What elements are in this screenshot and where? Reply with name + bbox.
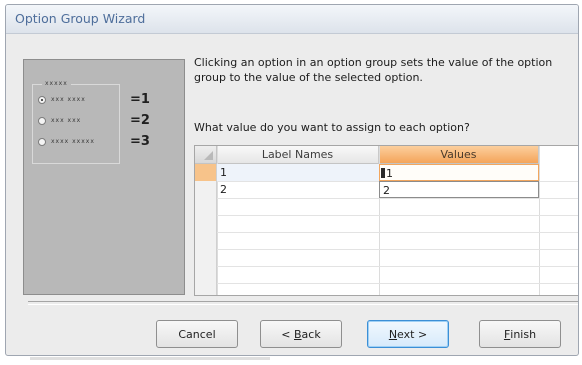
option-group-wizard-dialog: Option Group Wizard xxxxx xxx xxxx xxx x… [5,4,579,356]
option-preview-label: xxx xxxx [51,96,86,103]
value-cell[interactable]: 2 [379,181,539,198]
column-header-label-names[interactable]: Label Names [217,146,379,164]
text-cursor [381,168,385,178]
option-preview-label: xxx xxx [51,117,82,124]
finish-button-rest: inish [510,327,537,341]
back-button[interactable]: < Back [260,320,342,348]
next-button-mnemonic: N [388,327,398,341]
finish-button[interactable]: Finish [479,320,561,348]
column-header-values[interactable]: Values [379,146,539,164]
row-selector[interactable] [195,266,217,283]
back-button-rest: ack [301,327,321,341]
option-group-frame: xxxxx xxx xxxx xxx xxx xxxx xxxxx [32,79,120,164]
label-name-cell[interactable]: 2 [217,181,379,198]
radio-empty-icon [38,138,46,146]
option-value-2: =2 [130,113,150,128]
radio-checked-icon [38,96,46,104]
radio-empty-icon [38,117,46,125]
label-name-cell[interactable]: 1 [217,164,379,181]
option-values-grid[interactable]: Label Names Values 1 1 2 2 [194,145,578,296]
option-value-3: =3 [130,134,150,149]
value-cell-text: 1 [386,167,393,180]
back-button-prefix: < [281,327,294,341]
value-cell-editing[interactable]: 1 [379,164,539,181]
row-selector[interactable] [195,164,217,181]
title-bar: Option Group Wizard [6,5,578,34]
option-preview-label: xxxx xxxxx [51,138,95,145]
row-selector[interactable] [195,215,217,232]
row-selector[interactable] [195,249,217,266]
question-text: What value do you want to assign to each… [194,121,470,134]
row-selector[interactable] [195,283,217,295]
dialog-title: Option Group Wizard [15,11,146,26]
select-all-corner[interactable] [195,146,217,164]
row-selector[interactable] [195,198,217,215]
option-group-caption: xxxxx [42,79,71,89]
row-selector[interactable] [195,181,217,198]
next-button[interactable]: Next > [367,320,449,348]
description-text: Clicking an option in an option group se… [194,56,553,84]
option-value-1: =1 [130,92,150,107]
button-separator [28,301,578,305]
option-group-preview: xxxxx xxx xxxx xxx xxx xxxx xxxxx =1 =2 … [23,59,185,295]
row-selector[interactable] [195,232,217,249]
background-taskbar [30,357,270,360]
next-button-rest: ext > [397,327,428,341]
back-button-mnemonic: B [294,327,302,341]
cancel-button[interactable]: Cancel [156,320,238,348]
